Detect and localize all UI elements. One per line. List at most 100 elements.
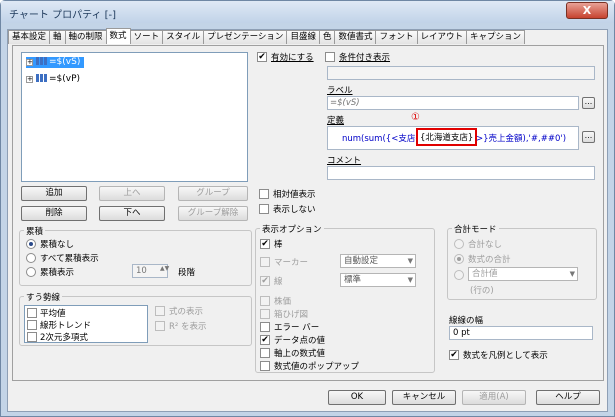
definition-highlight: {北海道支店} — [416, 128, 478, 146]
tab-strip: 基本設定 軸 軸の制限 数式 ソート スタイル プレゼンテーション 目盛線 色 … — [8, 28, 526, 45]
accumulation-title: 累積 — [24, 225, 46, 237]
tab-sort[interactable]: ソート — [129, 30, 164, 44]
steps-spinner-icon[interactable]: ▲▼ — [160, 265, 169, 272]
no-totals-radio[interactable] — [454, 239, 464, 249]
list-item[interactable]: + =$(vS) — [26, 57, 84, 68]
up-button[interactable]: 上へ — [99, 186, 165, 201]
down-button[interactable]: 下へ — [99, 206, 165, 221]
trend-linear-checkbox[interactable] — [27, 320, 37, 330]
marker-select-value: 自動設定 — [344, 256, 379, 266]
chevron-down-icon: ▼ — [407, 276, 413, 284]
add-button[interactable]: 追加 — [21, 186, 87, 201]
trendlines-title: すう勢線 — [24, 291, 63, 303]
accumulate-steps-radio[interactable] — [26, 267, 36, 277]
popup-checkbox[interactable] — [260, 361, 270, 371]
show-r2-checkbox[interactable] — [155, 321, 165, 331]
ungroup-button[interactable]: グループ解除 — [178, 206, 248, 221]
show-equation-checkbox[interactable] — [155, 306, 165, 316]
tab-axis[interactable]: 軸 — [49, 30, 66, 44]
tab-axis-limits[interactable]: 軸の制限 — [64, 30, 107, 44]
expression-list[interactable]: + =$(vS) + =$(vP) — [21, 52, 248, 182]
label-input[interactable]: =$(vS) — [327, 96, 579, 110]
definition-title: 定義 — [327, 116, 345, 126]
tab-style[interactable]: スタイル — [162, 30, 205, 44]
bar-chart-icon — [36, 74, 47, 82]
expression-label: =$(vP) — [49, 74, 81, 84]
relative-checkbox[interactable] — [259, 189, 269, 199]
list-item[interactable]: + =$(vP) — [26, 74, 80, 84]
tab-presentation[interactable]: プレゼンテーション — [203, 30, 288, 44]
comment-title: コメント — [327, 156, 362, 166]
legend-expression-checkbox[interactable]: ✔ — [449, 350, 459, 360]
marker-select[interactable]: 自動設定 ▼ — [340, 254, 416, 268]
accumulation-group: 累積 累積なし すべて累積表示 累積表示 10 ▲▼ 段階 — [19, 225, 252, 286]
line-width-input[interactable]: 0 pt — [449, 326, 593, 340]
apply-button[interactable]: 適用(A) — [462, 390, 526, 405]
invisible-label: 表示しない — [273, 205, 316, 215]
conditional-checkbox[interactable] — [325, 52, 335, 62]
definition-edit-button[interactable]: ... — [582, 131, 595, 143]
trend-average-checkbox[interactable] — [27, 308, 37, 318]
total-mode-title: 合計モード — [452, 223, 499, 235]
axis-values-label: 軸上の数式値 — [274, 349, 326, 359]
total-rows-label: (行の) — [470, 286, 494, 296]
total-function-select[interactable]: 合計値 ▼ — [468, 267, 578, 281]
enable-checkbox[interactable]: ✔ — [257, 52, 267, 62]
box-checkbox[interactable] — [260, 309, 270, 319]
trendline-list[interactable]: 平均値 線形トレンド 2次元多項式 — [24, 305, 148, 343]
no-accumulation-label: 累積なし — [40, 240, 75, 250]
tab-expressions[interactable]: 数式 — [105, 28, 131, 44]
trend-poly-checkbox[interactable] — [27, 332, 37, 342]
comment-input[interactable] — [327, 166, 595, 180]
label-title: ラベル — [327, 86, 353, 96]
expand-icon[interactable]: + — [26, 59, 33, 66]
marker-label: マーカー — [274, 258, 309, 268]
tab-colors[interactable]: 色 — [318, 30, 336, 44]
tab-gridlines[interactable]: 目盛線 — [286, 30, 320, 44]
conditional-label: 条件付き表示 — [339, 53, 391, 63]
error-bars-checkbox[interactable] — [260, 322, 270, 332]
total-mode-group: 合計モード 合計なし 数式の合計 合計値 ▼ (行の) — [447, 223, 597, 300]
label-edit-button[interactable]: ... — [582, 97, 595, 109]
show-r2-label: R² を表示 — [169, 322, 207, 332]
definition-input[interactable]: num(sum({<支店名= {北海道支店} >}売上金額),'#,##0') — [327, 126, 579, 150]
expand-icon[interactable]: + — [26, 76, 33, 83]
tab-layout[interactable]: レイアウト — [416, 30, 468, 44]
delete-button[interactable]: 削除 — [21, 206, 87, 221]
bar-checkbox[interactable]: ✔ — [260, 239, 270, 249]
title-bar: チャート プロパティ [-] X — [1, 1, 614, 23]
relative-label: 相対値表示 — [273, 190, 316, 200]
trend-average-label: 平均値 — [40, 309, 66, 319]
cancel-button[interactable]: キャンセル — [392, 390, 456, 405]
tab-caption[interactable]: キャプション — [466, 30, 526, 44]
tab-number-format[interactable]: 数値書式 — [334, 30, 377, 44]
total-function-radio[interactable] — [454, 270, 464, 280]
group-button[interactable]: グループ — [178, 186, 248, 201]
axis-values-checkbox[interactable] — [260, 348, 270, 358]
full-accumulation-radio[interactable] — [26, 253, 36, 263]
no-totals-label: 合計なし — [468, 240, 503, 250]
no-accumulation-radio[interactable] — [26, 239, 36, 249]
stock-checkbox[interactable] — [260, 296, 270, 306]
help-button[interactable]: ヘルプ — [536, 390, 600, 405]
popup-label: 数式値のポップアップ — [274, 362, 360, 372]
chevron-down-icon: ▼ — [407, 257, 413, 265]
tab-general[interactable]: 基本設定 — [8, 30, 51, 44]
expression-label: =$(vS) — [49, 57, 81, 67]
line-checkbox[interactable]: ✔ — [260, 276, 270, 286]
line-select[interactable]: 標準 ▼ — [340, 273, 416, 287]
close-button[interactable]: X — [566, 2, 608, 19]
full-accumulation-label: すべて累積表示 — [40, 254, 99, 264]
invisible-checkbox[interactable] — [259, 204, 269, 214]
steps-label: 段階 — [178, 268, 196, 278]
tab-font[interactable]: フォント — [375, 30, 418, 44]
expression-total-radio[interactable] — [454, 254, 464, 264]
tab-content: + =$(vS) + =$(vP) 追加 上へ グループ 削除 下へ グループ解除 … — [12, 45, 604, 381]
values-on-data-checkbox[interactable]: ✔ — [260, 335, 270, 345]
line-label: 線 — [274, 277, 283, 287]
legend-expression-label: 数式を凡例として表示 — [463, 351, 548, 361]
trend-linear-label: 線形トレンド — [40, 321, 92, 331]
conditional-input[interactable] — [327, 66, 595, 80]
marker-checkbox[interactable] — [260, 257, 270, 267]
ok-button[interactable]: OK — [328, 390, 386, 405]
